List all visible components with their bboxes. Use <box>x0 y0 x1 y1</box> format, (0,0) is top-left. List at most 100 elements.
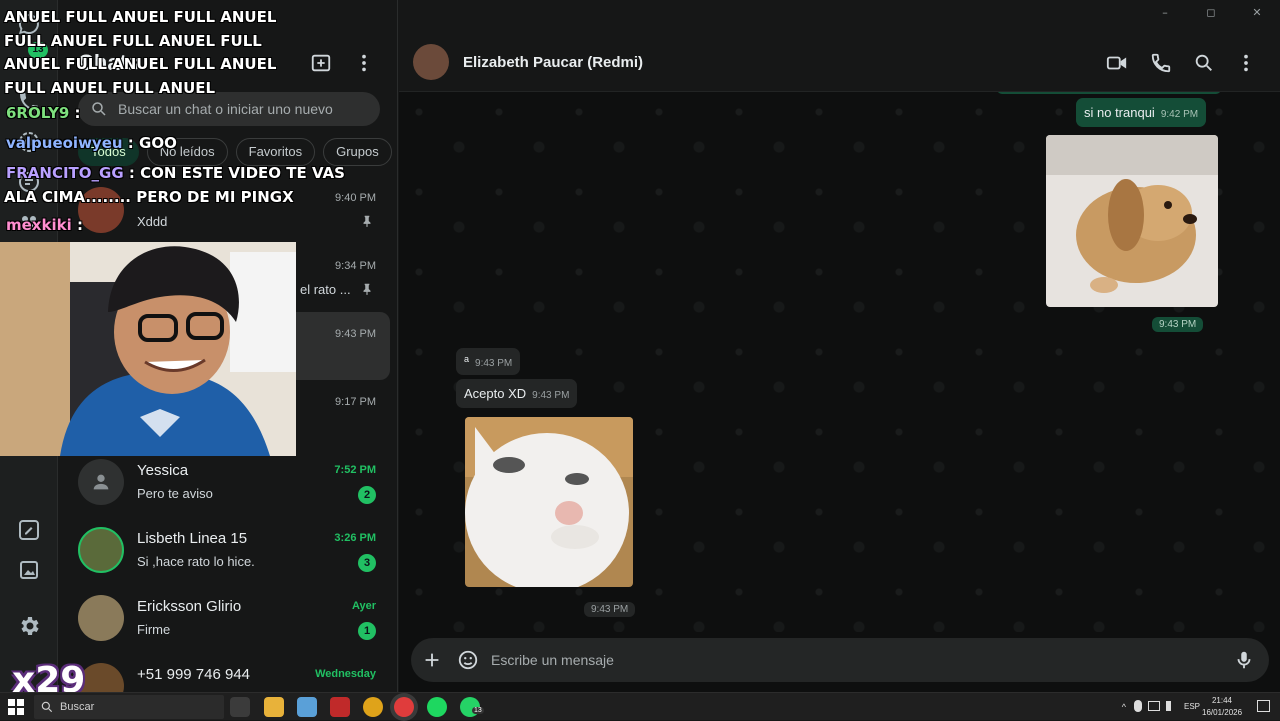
filter-favorites[interactable]: Favoritos <box>235 138 316 166</box>
whatsapp-taskbar-badge: 13 <box>472 707 484 714</box>
conversation-panel: Elizabeth Paucar (Redmi) si no tranqui 9:… <box>399 30 1280 692</box>
minimize-button[interactable]: – <box>1142 0 1188 24</box>
cat-image-message[interactable] <box>465 417 633 587</box>
file-explorer-icon[interactable] <box>264 697 284 717</box>
message-area[interactable]: si no tranqui 9:42 PM 9:43 PM a 9:43 PM <box>399 92 1280 632</box>
stream-chat-sep: : <box>71 216 83 234</box>
pin-icon <box>363 283 371 295</box>
stream-chat-sep: : <box>69 104 81 122</box>
search-icon <box>41 701 53 713</box>
message-bubble-in[interactable]: Acepto XD 9:43 PM <box>456 379 578 408</box>
chat-preview: Si ,hace rato lo hice. <box>137 554 255 569</box>
chat-preview: Xddd <box>137 214 168 229</box>
clock-date[interactable]: 16/01/2026 <box>1202 708 1242 717</box>
obs-icon[interactable] <box>394 697 414 717</box>
chat-time: 7:52 PM <box>334 464 376 476</box>
maximize-button[interactable]: ◻ <box>1188 0 1234 24</box>
stream-chat-user: valpueoiwyeu <box>6 134 123 152</box>
chat-preview: Pero te aviso <box>137 486 213 501</box>
stream-chat-user: mexkiki <box>6 216 72 234</box>
microphone-icon[interactable] <box>1233 649 1255 671</box>
message-bubble-in[interactable]: a 9:43 PM <box>456 348 521 375</box>
new-chat-icon[interactable] <box>310 52 332 74</box>
chat-row[interactable]: Ericksson Glirio Firme Ayer 1 <box>66 584 390 652</box>
webcam-overlay <box>0 242 296 456</box>
taskbar-search[interactable]: Buscar <box>34 695 224 719</box>
more-options-icon[interactable] <box>1235 52 1257 74</box>
network-icon[interactable] <box>1148 701 1160 711</box>
whatsapp-window: – ◻ ✕ 13 Chats Buscar un chat o iniciar … <box>0 0 1280 701</box>
stream-chat-line: ALA CIMA........ PERO DE MI PINGX <box>4 188 294 206</box>
conversation-header[interactable]: Elizabeth Paucar (Redmi) <box>399 30 1280 92</box>
message-bubble-out[interactable]: si no tranqui 9:42 PM <box>1076 98 1207 127</box>
sticker-icon[interactable] <box>457 649 479 671</box>
video-call-icon[interactable] <box>1106 52 1128 74</box>
chat-name: Yessica <box>137 462 189 479</box>
unread-badge: 2 <box>358 486 376 504</box>
language-indicator[interactable]: ESP <box>1184 702 1200 711</box>
chrome-icon[interactable] <box>363 697 383 717</box>
filter-groups[interactable]: Grupos <box>323 138 392 166</box>
chat-preview: el rato ... <box>300 282 351 297</box>
chat-name: Lisbeth Linea 15 <box>137 530 248 547</box>
chat-name: Ericksson Glirio <box>137 598 242 615</box>
settings-icon[interactable] <box>17 614 41 638</box>
message-time: 9:43 PM <box>532 390 570 401</box>
unread-badge: 3 <box>358 554 376 572</box>
stream-chat-msg: GOO <box>133 134 177 152</box>
clock-time[interactable]: 21:44 <box>1202 696 1242 705</box>
chat-row[interactable]: Xddd 9:40 PM <box>66 176 390 244</box>
close-button[interactable]: ✕ <box>1234 0 1280 24</box>
chat-preview: Firme <box>137 622 171 637</box>
chat-time: Ayer <box>351 600 376 612</box>
attach-icon[interactable] <box>421 649 443 671</box>
chat-row[interactable]: Yessica Pero te aviso 7:52 PM 2 <box>66 448 390 516</box>
stream-chat-sep: : <box>122 134 134 152</box>
chat-row[interactable]: Lisbeth Linea 15 Si ,hace rato lo hice. … <box>66 516 390 584</box>
chat-time: 3:26 PM <box>334 532 376 544</box>
message-text: si no tranqui <box>1084 105 1155 120</box>
search-messages-icon[interactable] <box>1193 52 1215 74</box>
stream-chat-user: 6ROLY9 <box>6 104 70 122</box>
message-composer <box>411 638 1269 682</box>
media-icon[interactable] <box>17 558 41 582</box>
chat-row[interactable]: +51 999 746 944 Wednesday <box>66 652 390 692</box>
volume-icon[interactable] <box>1166 701 1178 711</box>
contact-name[interactable]: Elizabeth Paucar (Redmi) <box>463 54 643 71</box>
stream-chat-line: FRANCITO_GG : CON ESTE VIDEO TE VAS <box>6 164 345 182</box>
voice-call-icon[interactable] <box>1150 52 1172 74</box>
windows-taskbar: Buscar 13 ^ ESP 21:44 16/01/2026 <box>0 692 1280 720</box>
chat-time: 9:43 PM <box>335 328 376 340</box>
stream-banner-text: ANUEL FULL ANUEL FULL ANUEL FULL ANUEL F… <box>4 8 277 97</box>
notification-icon[interactable] <box>1257 700 1270 712</box>
menu-icon[interactable] <box>353 52 375 74</box>
dog-image-message[interactable] <box>1046 135 1218 307</box>
task-view-icon[interactable] <box>230 697 250 717</box>
chat-time: Wednesday <box>315 668 376 680</box>
default-avatar-icon <box>78 459 124 505</box>
message-bubble-out <box>997 92 1221 94</box>
image-time-stamp: 9:43 PM <box>1152 317 1204 332</box>
app-icon[interactable] <box>297 697 317 717</box>
unread-badge: 1 <box>358 622 376 640</box>
stream-chat-line: valpueoiwyeu : GOO <box>6 134 177 152</box>
chat-time: 9:34 PM <box>335 260 376 272</box>
stream-chat-msg: ALA CIMA........ PERO DE MI PINGX <box>4 188 294 206</box>
taskbar-search-label: Buscar <box>60 701 95 713</box>
stream-chat-line: 6ROLY9 : <box>6 104 81 122</box>
message-text: a <box>464 354 470 364</box>
chat-time: 9:40 PM <box>335 192 376 204</box>
windows-start-icon[interactable] <box>8 699 24 715</box>
chat-time: 9:17 PM <box>335 396 376 408</box>
avatar <box>78 595 124 641</box>
message-input[interactable] <box>491 638 1191 682</box>
contact-avatar[interactable] <box>413 44 449 80</box>
chevron-up-icon[interactable]: ^ <box>1122 702 1126 712</box>
image-time-stamp: 9:43 PM <box>584 602 636 617</box>
starred-icon[interactable] <box>17 518 41 542</box>
spotify-icon[interactable] <box>427 697 447 717</box>
app-icon[interactable] <box>330 697 350 717</box>
stream-chat-msg: CON ESTE VIDEO TE VAS <box>134 164 345 182</box>
stream-chat-user: FRANCITO_GG <box>6 164 124 182</box>
microphone-tray-icon[interactable] <box>1134 700 1142 712</box>
